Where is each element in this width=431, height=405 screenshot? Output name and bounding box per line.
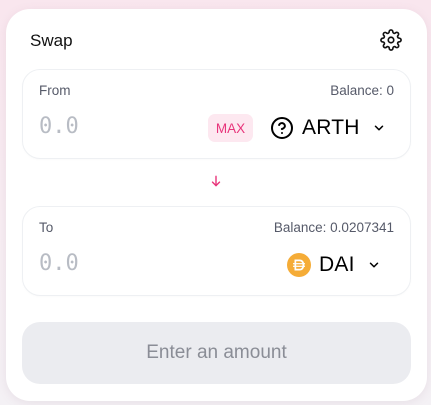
to-balance: Balance: 0.0207341 — [273, 220, 394, 235]
question-circle-icon — [270, 116, 294, 140]
to-token-name: DAI — [319, 253, 355, 276]
to-token-selector[interactable]: DAI — [287, 251, 381, 279]
max-button[interactable]: MAX — [208, 114, 253, 142]
from-token-name: ARTH — [302, 116, 360, 139]
chevron-down-icon — [372, 121, 386, 135]
dai-coin-icon — [287, 253, 311, 277]
page-title: Swap — [30, 31, 73, 50]
gear-icon — [380, 29, 402, 51]
to-label: To — [39, 220, 54, 235]
from-token-selector[interactable]: ARTH — [270, 114, 386, 142]
from-panel: From Balance: 0 MAX ARTH — [22, 69, 411, 159]
switch-direction-button[interactable] — [206, 171, 226, 191]
arrow-down-icon — [211, 175, 221, 187]
from-label: From — [39, 83, 71, 98]
to-amount-input[interactable] — [39, 251, 189, 276]
from-amount-input[interactable] — [39, 114, 189, 139]
enter-amount-button[interactable]: Enter an amount — [22, 322, 411, 384]
from-balance: Balance: 0 — [330, 83, 394, 98]
settings-button[interactable] — [378, 27, 404, 53]
chevron-down-icon — [367, 258, 381, 272]
to-panel: To Balance: 0.0207341 DAI — [22, 206, 411, 296]
swap-card: Swap From Balance: 0 MAX ARTH — [6, 9, 427, 401]
